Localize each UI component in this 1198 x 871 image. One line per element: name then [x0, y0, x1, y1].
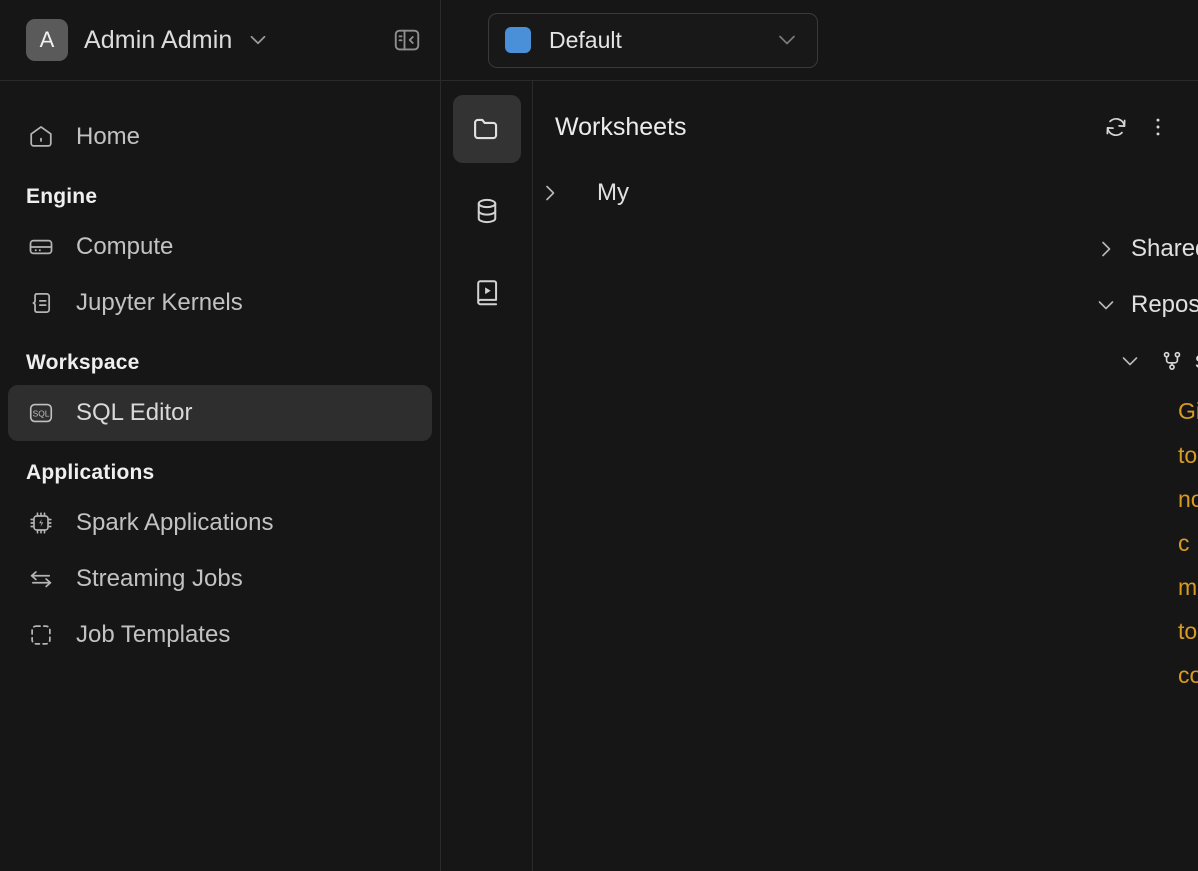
git-token-warning-line-2: menu to confi — [1178, 574, 1198, 688]
spark-chip-icon — [26, 509, 56, 537]
folder-icon — [470, 112, 504, 146]
app-root: A Admin Admin Default Home Engine Comput… — [0, 0, 1198, 871]
worksheets-panel: Worksheets My Share Repos G to no c m to… — [533, 81, 1198, 871]
sidebar-section-workspace: Workspace — [26, 351, 140, 374]
worksheets-tree: My Shared Repositories — [533, 159, 1198, 697]
git-token-warning: Git token not c menu to confi — [533, 389, 1198, 697]
context-color-swatch — [505, 27, 531, 53]
sidebar-item-streaming-jobs[interactable]: Streaming Jobs — [8, 551, 432, 607]
top-bar: A Admin Admin Default — [0, 0, 1198, 81]
home-icon — [26, 123, 56, 151]
tree-item-label: My — [597, 179, 629, 206]
sidebar-item-spark-applications[interactable]: Spark Applications — [8, 495, 432, 551]
chevron-down-icon[interactable] — [245, 27, 271, 53]
rail-button-folder[interactable] — [452, 95, 521, 163]
sidebar-item-label: SQL Editor — [76, 399, 193, 426]
sidebar-item-label: Home — [76, 123, 141, 150]
server-icon — [26, 233, 56, 261]
tree-item-label: Repositories — [1131, 291, 1198, 318]
rail-button-catalog[interactable] — [453, 259, 521, 327]
avatar[interactable]: A — [26, 19, 68, 61]
sidebar-item-label: Spark Applications — [76, 509, 274, 536]
sidebar-item-label: Streaming Jobs — [76, 565, 243, 592]
svg-text:SQL: SQL — [33, 409, 50, 419]
sidebar-section-applications: Applications — [26, 461, 155, 484]
page-title: Worksheets — [555, 112, 687, 141]
panel-header: Worksheets — [533, 95, 1198, 159]
panel-collapse-icon[interactable] — [390, 23, 424, 57]
git-token-warning-line-1: Git token not c — [1178, 398, 1198, 556]
sql-icon: SQL — [26, 399, 56, 427]
chevron-down-icon[interactable] — [1089, 293, 1123, 317]
catalog-play-icon — [471, 277, 503, 309]
tree-row-sql-files[interactable]: sql-files — [533, 333, 1198, 389]
user-name: Admin Admin — [84, 25, 233, 54]
streaming-icon — [26, 565, 56, 593]
context-select[interactable]: Default — [488, 12, 818, 68]
dashed-square-icon — [26, 621, 56, 649]
tree-row-my[interactable]: My — [533, 165, 1198, 221]
sidebar-item-sql-editor[interactable]: SQL SQL Editor — [8, 385, 432, 441]
account-bar: A Admin Admin — [0, 0, 441, 81]
context-bar: Default — [441, 0, 1198, 81]
kernel-icon — [26, 289, 56, 317]
tree-item-label: Shared — [1131, 235, 1198, 262]
sidebar-item-jupyter-kernels[interactable]: Jupyter Kernels — [8, 275, 432, 331]
context-select-label: Default — [549, 26, 622, 53]
sidebar-item-label: Compute — [76, 233, 174, 260]
refresh-icon[interactable] — [1098, 109, 1134, 145]
main-body: Home Engine Compute Jupyter Kernels Work… — [0, 81, 1198, 871]
sidebar-item-home[interactable]: Home — [8, 109, 432, 165]
more-vertical-icon[interactable] — [1140, 109, 1176, 145]
sidebar-item-label: Jupyter Kernels — [76, 289, 243, 316]
chevron-right-icon[interactable] — [1089, 237, 1123, 261]
chevron-down-icon — [773, 26, 801, 54]
sidebar-item-job-templates[interactable]: Job Templates — [8, 607, 432, 663]
git-branch-icon — [1157, 348, 1187, 374]
tree-row-repositories[interactable]: Repositories — [533, 277, 1198, 333]
sidebar-item-compute[interactable]: Compute — [8, 219, 432, 275]
chevron-down-icon[interactable] — [1113, 349, 1147, 373]
tree-row-shared[interactable]: Shared — [533, 221, 1198, 277]
sidebar-item-label: Job Templates — [76, 621, 231, 648]
